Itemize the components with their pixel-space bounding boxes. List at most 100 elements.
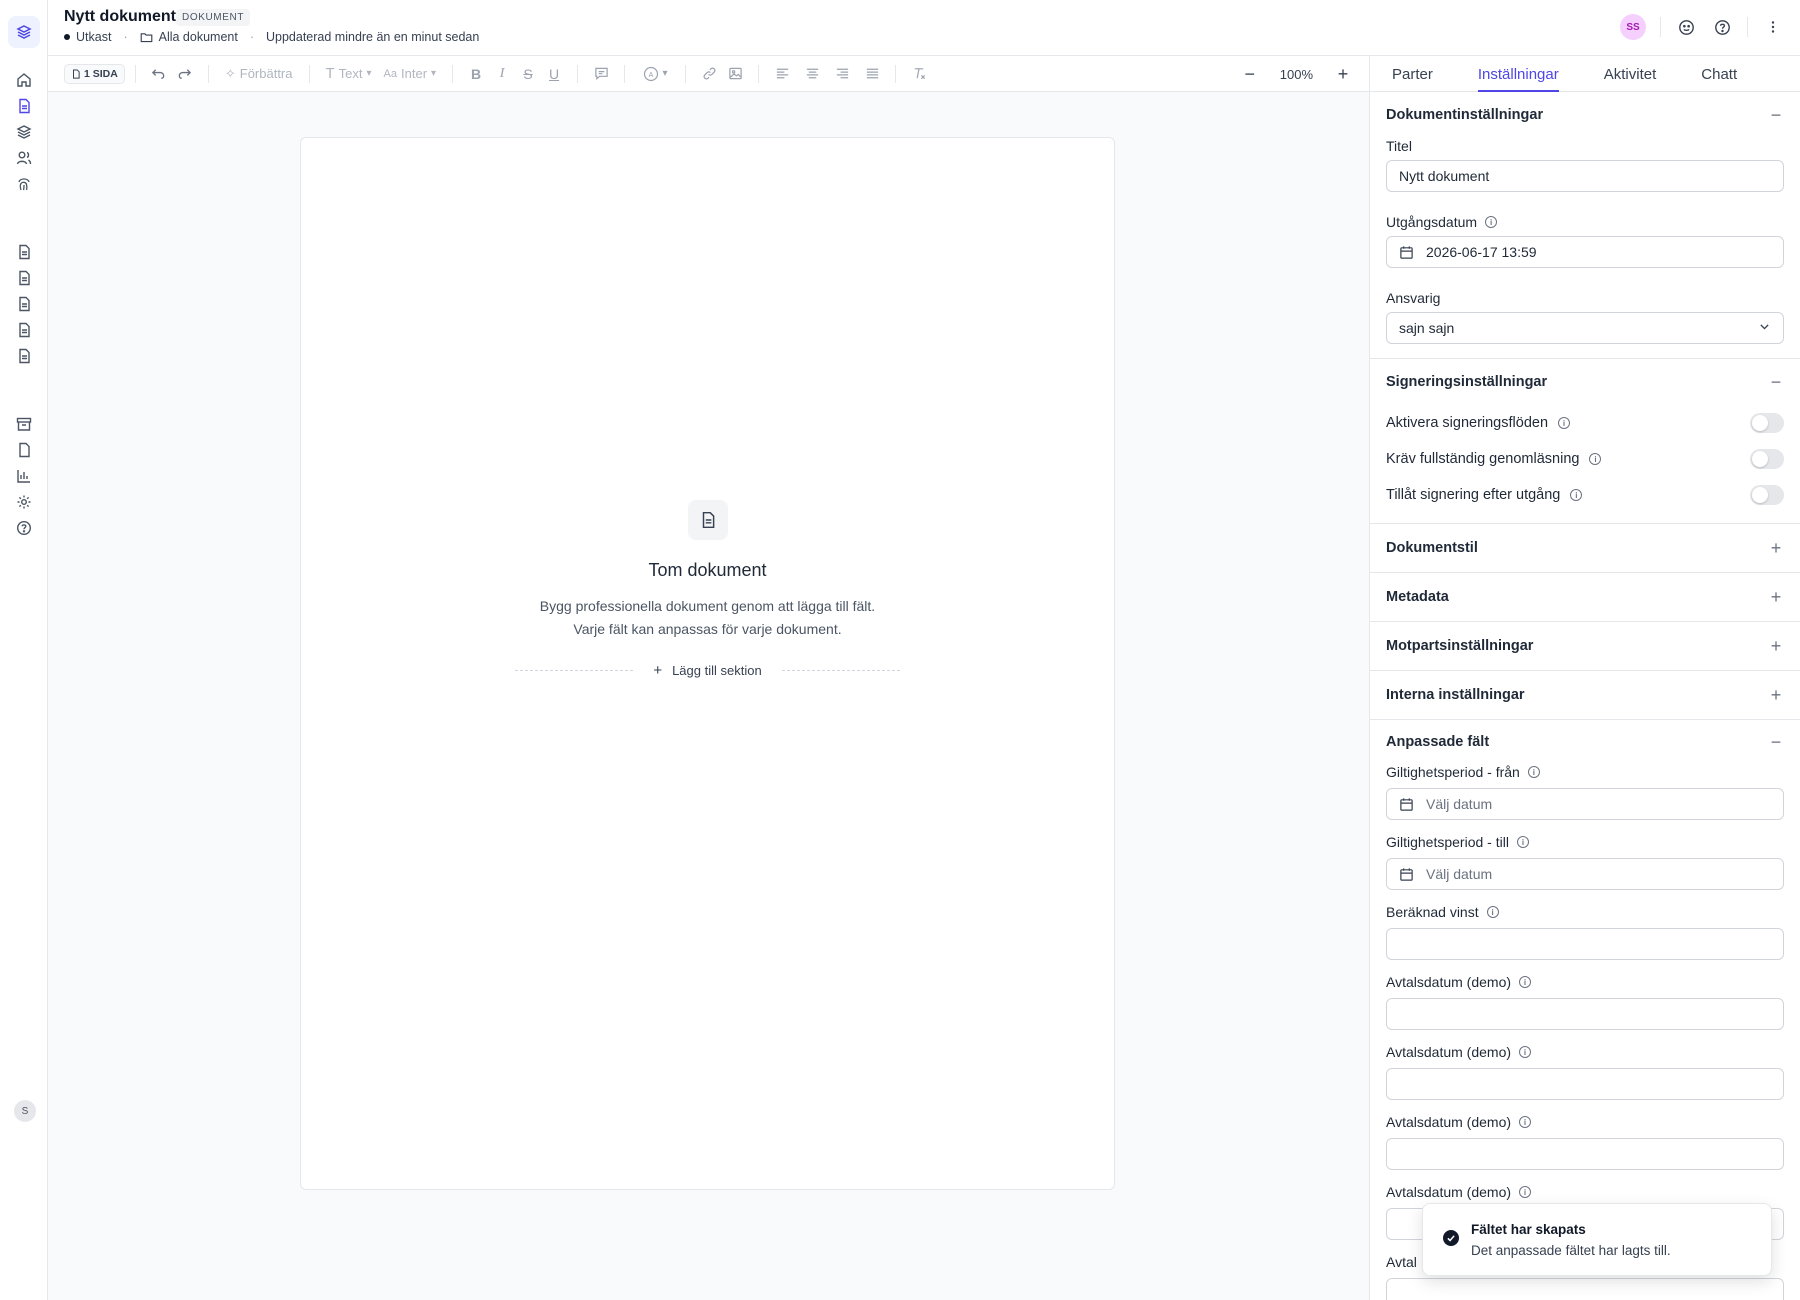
info-icon[interactable]: i — [1570, 489, 1583, 501]
gear-icon[interactable] — [14, 492, 34, 512]
improve-button[interactable]: ✧ Förbättra — [219, 66, 299, 82]
text-style-dropdown[interactable]: T Text ▾ — [320, 65, 378, 82]
more-options-icon[interactable] — [1762, 16, 1784, 38]
document-icon[interactable] — [14, 346, 34, 366]
agreement-date-input[interactable] — [1386, 1138, 1784, 1170]
folder-link[interactable]: Alla dokument — [159, 30, 238, 44]
field-label: Titel — [1386, 138, 1412, 154]
layers-icon[interactable] — [14, 122, 34, 142]
custom-field: Beräknad vinst i — [1386, 904, 1784, 960]
toast-content: Fältet har skapats Det anpassade fältet … — [1471, 1222, 1671, 1258]
align-center-icon[interactable] — [799, 61, 825, 87]
align-left-icon[interactable] — [769, 61, 795, 87]
italic-icon[interactable]: I — [489, 61, 515, 87]
page-title[interactable]: Nytt dokument — [64, 8, 176, 26]
bold-icon[interactable]: B — [463, 61, 489, 87]
tab-settings[interactable]: Inställningar — [1477, 56, 1559, 92]
chevron-down-icon — [1758, 320, 1771, 336]
estimated-profit-input[interactable] — [1386, 928, 1784, 960]
help-icon[interactable] — [1711, 16, 1733, 38]
link-icon[interactable] — [696, 61, 722, 87]
section-header[interactable]: Dokumentinställningar − — [1386, 92, 1784, 138]
add-section-button[interactable]: + Lägg till sektion — [643, 662, 771, 679]
comment-icon[interactable] — [588, 61, 614, 87]
full-read-toggle[interactable] — [1750, 449, 1784, 469]
expand-plus-icon[interactable]: + — [1768, 685, 1784, 706]
info-icon[interactable]: i — [1485, 216, 1498, 228]
tab-chat[interactable]: Chatt — [1701, 56, 1737, 91]
app-logo-icon[interactable] — [8, 16, 40, 48]
document-meta: Utkast · Alla dokument · Uppdaterad mind… — [64, 30, 479, 44]
undo-icon[interactable] — [146, 61, 172, 87]
info-icon[interactable]: i — [1516, 836, 1529, 848]
expand-plus-icon[interactable]: + — [1768, 538, 1784, 559]
fingerprint-icon[interactable] — [14, 174, 34, 194]
chart-icon[interactable] — [14, 466, 34, 486]
archive-icon[interactable] — [14, 414, 34, 434]
tab-parties[interactable]: Parter — [1392, 56, 1433, 91]
avatar[interactable]: SS — [1620, 14, 1646, 40]
document-page[interactable]: Tom dokument Bygg professionella dokumen… — [300, 137, 1115, 1190]
expand-plus-icon[interactable]: + — [1768, 587, 1784, 608]
document-icon[interactable] — [14, 320, 34, 340]
sign-after-expiry-toggle-row: Tillåt signering efter utgång i — [1386, 477, 1784, 513]
zoom-out-button[interactable]: − — [1238, 62, 1262, 86]
info-icon[interactable]: i — [1527, 766, 1540, 778]
font-dropdown[interactable]: Aa Inter ▾ — [378, 66, 443, 81]
agreement-date-input[interactable] — [1386, 998, 1784, 1030]
expand-plus-icon[interactable]: + — [1768, 636, 1784, 657]
section-header[interactable]: Metadata + — [1386, 573, 1784, 621]
page-count-label: 1 SIDA — [84, 67, 118, 80]
document-icon[interactable] — [14, 242, 34, 262]
info-icon[interactable]: i — [1519, 976, 1532, 988]
agreement-input[interactable] — [1386, 1278, 1784, 1300]
documents-icon[interactable] — [14, 96, 34, 116]
align-justify-icon[interactable] — [859, 61, 885, 87]
redo-icon[interactable] — [172, 61, 198, 87]
align-right-icon[interactable] — [829, 61, 855, 87]
top-header: Nytt dokument DOKUMENT Utkast · Alla dok… — [48, 0, 1800, 56]
section-header[interactable]: Signeringsinställningar − — [1386, 359, 1784, 405]
success-toast[interactable]: Fältet har skapats Det anpassade fältet … — [1422, 1203, 1772, 1276]
document-icon[interactable] — [14, 294, 34, 314]
underline-icon[interactable]: U — [541, 61, 567, 87]
text-color-icon[interactable]: A ▾ — [635, 61, 675, 87]
info-icon[interactable]: i — [1558, 417, 1571, 429]
help-icon[interactable] — [14, 518, 34, 538]
document-icon[interactable] — [14, 268, 34, 288]
meta-separator: · — [123, 30, 128, 44]
home-icon[interactable] — [14, 70, 34, 90]
owner-select[interactable]: sajn sajn — [1386, 312, 1784, 344]
section-header[interactable]: Anpassade fält − — [1386, 720, 1784, 764]
user-avatar[interactable]: S — [14, 1100, 36, 1122]
divider — [895, 64, 897, 83]
valid-to-date-input[interactable]: Välj datum — [1386, 858, 1784, 890]
feedback-smiley-icon[interactable] — [1675, 16, 1697, 38]
sign-after-expiry-toggle[interactable] — [1750, 485, 1784, 505]
section-header[interactable]: Motpartsinställningar + — [1386, 622, 1784, 670]
toggle-label: Tillåt signering efter utgång — [1386, 487, 1561, 503]
signing-flows-toggle[interactable] — [1750, 413, 1784, 433]
collapse-minus-icon[interactable]: − — [1768, 732, 1784, 753]
expiry-date-input[interactable]: 2026-06-17 13:59 — [1386, 236, 1784, 268]
image-icon[interactable] — [722, 61, 748, 87]
tab-activity[interactable]: Aktivitet — [1604, 56, 1657, 91]
info-icon[interactable]: i — [1519, 1186, 1532, 1198]
valid-from-date-input[interactable]: Välj datum — [1386, 788, 1784, 820]
section-header[interactable]: Dokumentstil + — [1386, 524, 1784, 572]
info-icon[interactable]: i — [1486, 906, 1499, 918]
info-icon[interactable]: i — [1589, 453, 1602, 465]
section-header[interactable]: Interna inställningar + — [1386, 671, 1784, 719]
collapse-minus-icon[interactable]: − — [1768, 372, 1784, 393]
strikethrough-icon[interactable]: S — [515, 61, 541, 87]
info-icon[interactable]: i — [1519, 1116, 1532, 1128]
title-input[interactable]: Nytt dokument — [1386, 160, 1784, 192]
collapse-minus-icon[interactable]: − — [1768, 105, 1784, 126]
zoom-in-button[interactable]: + — [1331, 62, 1355, 86]
agreement-date-input[interactable] — [1386, 1068, 1784, 1100]
info-icon[interactable]: i — [1519, 1046, 1532, 1058]
contacts-icon[interactable] — [14, 148, 34, 168]
file-icon[interactable] — [14, 440, 34, 460]
clear-formatting-icon[interactable] — [906, 61, 932, 87]
page-count-chip[interactable]: 1 SIDA — [64, 63, 125, 84]
